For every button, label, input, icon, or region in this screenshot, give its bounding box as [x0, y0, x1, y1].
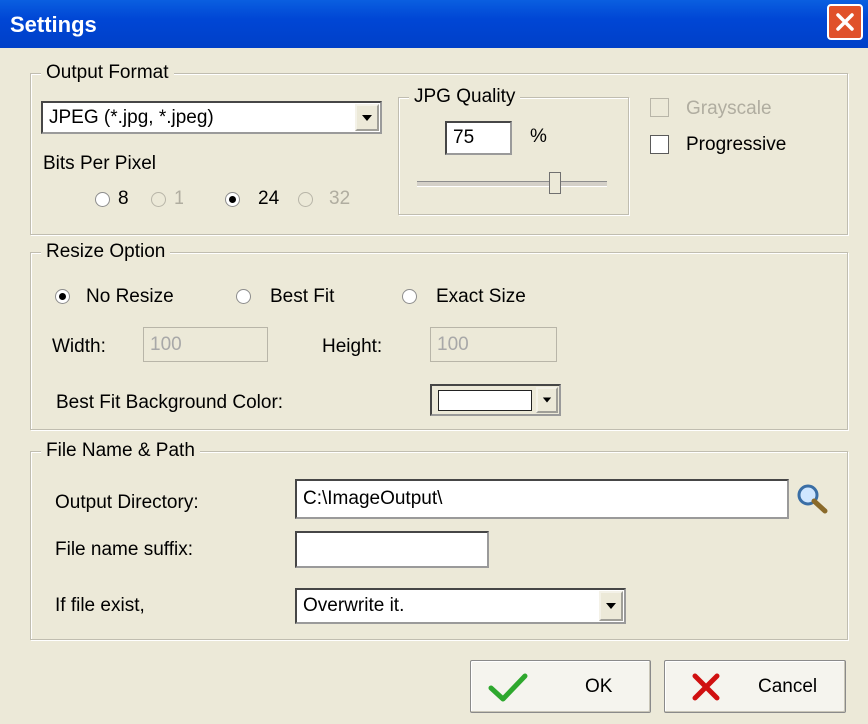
output-directory-value: C:\ImageOutput\ — [303, 488, 443, 509]
bits-radio-8[interactable] — [95, 192, 110, 207]
window-title: Settings — [10, 12, 97, 37]
bits-radio-32[interactable] — [298, 192, 313, 207]
no-resize-label: No Resize — [86, 286, 174, 307]
best-fit-label: Best Fit — [270, 286, 335, 307]
browse-button[interactable] — [795, 482, 829, 514]
bits-radio-24[interactable] — [225, 192, 240, 207]
width-label: Width: — [52, 336, 106, 357]
jpg-quality-slider-track[interactable] — [417, 181, 607, 187]
no-resize-radio[interactable] — [55, 289, 70, 304]
if-file-exist-value: Overwrite it. — [303, 595, 405, 616]
bits-label-16: 16 — [174, 188, 183, 209]
width-input[interactable]: 100 — [143, 327, 268, 362]
jpg-quality-slider-thumb[interactable] — [549, 172, 561, 194]
progressive-checkbox[interactable] — [650, 135, 669, 154]
cancel-label: Cancel — [758, 675, 818, 697]
bits-label-24: 24 — [258, 188, 280, 209]
ok-label: OK — [585, 675, 613, 697]
jpg-quality-value: 75 — [453, 127, 475, 148]
height-label: Height: — [322, 336, 383, 357]
bits-per-pixel-label: Bits Per Pixel — [43, 153, 156, 174]
radio-selected-dot — [59, 293, 66, 300]
grayscale-label: Grayscale — [686, 98, 772, 119]
chevron-down-icon[interactable] — [355, 104, 379, 131]
file-suffix-input[interactable] — [295, 531, 489, 568]
checkmark-icon — [488, 673, 528, 702]
format-dropdown-value: JPEG (*.jpg, *.jpeg) — [49, 106, 214, 128]
file-suffix-label: File name suffix: — [55, 539, 193, 560]
jpg-quality-legend: JPG Quality — [409, 86, 521, 108]
height-value: 100 — [437, 333, 469, 355]
bits-label-32: 32 — [329, 188, 351, 209]
jpg-quality-input[interactable]: 75 — [445, 121, 512, 155]
bg-color-label: Best Fit Background Color: — [56, 392, 284, 413]
bg-color-swatch — [438, 390, 532, 411]
close-icon — [836, 13, 854, 31]
exact-size-radio[interactable] — [402, 289, 417, 304]
x-icon — [692, 673, 720, 701]
grayscale-checkbox[interactable] — [650, 98, 669, 117]
magnifier-icon — [797, 484, 828, 514]
jpg-quality-group: JPG Quality — [398, 86, 629, 215]
settings-dialog: Settings Output Format JPEG (*.jpg, *.jp… — [0, 0, 868, 724]
close-button[interactable] — [827, 4, 863, 40]
progressive-label: Progressive — [686, 134, 787, 155]
file-name-path-legend: File Name & Path — [41, 440, 200, 462]
width-value: 100 — [150, 333, 182, 355]
title-bar[interactable]: Settings — [0, 0, 868, 48]
format-dropdown[interactable]: JPEG (*.jpg, *.jpeg) — [41, 101, 382, 134]
chevron-down-icon[interactable] — [599, 591, 623, 621]
radio-selected-dot — [229, 196, 236, 203]
bits-radio-16[interactable] — [151, 192, 166, 207]
exact-size-label: Exact Size — [436, 286, 526, 307]
jpg-quality-unit: % — [530, 126, 547, 147]
if-file-exist-dropdown[interactable]: Overwrite it. — [295, 588, 626, 624]
best-fit-radio[interactable] — [236, 289, 251, 304]
bg-color-picker[interactable] — [430, 384, 561, 416]
height-input[interactable]: 100 — [430, 327, 557, 362]
output-directory-input[interactable]: C:\ImageOutput\ — [295, 479, 789, 519]
bits-label-8: 8 — [118, 188, 129, 209]
output-directory-label: Output Directory: — [55, 492, 199, 513]
if-file-exist-label: If file exist, — [55, 595, 145, 616]
resize-option-legend: Resize Option — [41, 241, 171, 263]
ok-button[interactable]: OK — [470, 660, 651, 713]
cancel-button[interactable]: Cancel — [664, 660, 846, 713]
output-format-legend: Output Format — [41, 62, 174, 84]
chevron-down-icon[interactable] — [536, 387, 558, 413]
